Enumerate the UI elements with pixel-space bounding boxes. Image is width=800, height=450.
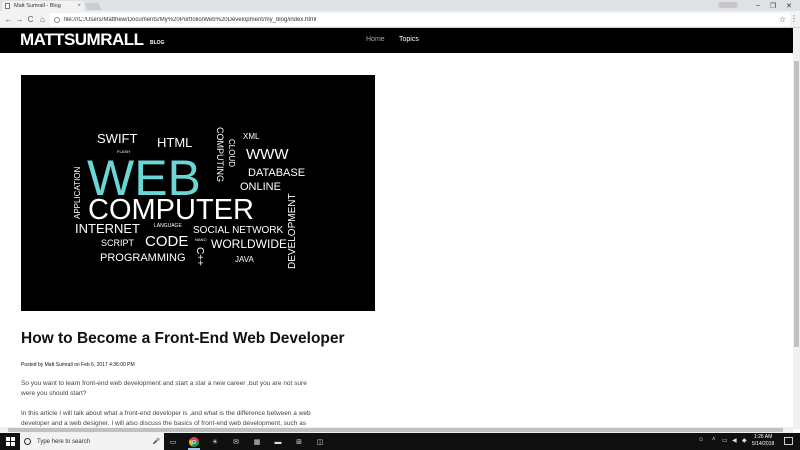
word-application: APPLICATION <box>73 166 82 219</box>
vertical-scroll-thumb[interactable] <box>794 61 799 347</box>
volume-icon[interactable]: ◀ <box>732 437 737 444</box>
word-xml: XML <box>243 132 260 141</box>
word-online: ONLINE <box>240 181 281 193</box>
file-explorer-icon[interactable]: ▬ <box>273 437 283 447</box>
browser-tab[interactable]: Matt Sumrall - Blog × <box>2 1 84 11</box>
chevron-up-icon[interactable]: ˄ <box>712 437 716 443</box>
word-java: JAVA <box>235 255 254 264</box>
browser-tab-bar: Matt Sumrall - Blog × – ❐ ✕ <box>0 0 800 11</box>
store-icon[interactable]: ⊞ <box>294 437 304 447</box>
task-view-icon[interactable]: ▭ <box>168 437 178 447</box>
tab-title: Matt Sumrall - Blog <box>14 3 61 9</box>
word-cpp: C++ <box>194 247 205 266</box>
cortana-icon <box>24 438 31 445</box>
reload-button[interactable]: C <box>25 14 36 25</box>
clock-time: 1:26 AM <box>753 434 773 440</box>
word-worldwide: WORLDWIDE <box>211 237 287 251</box>
page-icon <box>5 3 10 9</box>
word-computing: COMPUTING <box>215 127 225 182</box>
weather-icon[interactable]: ☀ <box>210 437 220 447</box>
close-tab-icon[interactable]: × <box>77 3 81 9</box>
word-cloud-image: SWIFT FLASH HTML COMPUTING CLOUD XML WWW… <box>21 75 375 311</box>
word-programming: PROGRAMMING <box>100 252 186 264</box>
bookmark-star-icon[interactable]: ☆ <box>779 15 786 24</box>
word-swift: SWIFT <box>97 131 137 146</box>
word-language: LANGUAGE <box>154 223 182 229</box>
browser-menu-icon[interactable]: ⋮ <box>790 14 798 23</box>
word-nano: NANO <box>195 237 207 242</box>
word-www: WWW <box>246 146 289 163</box>
media-icon[interactable]: ◫ <box>315 437 325 447</box>
word-code: CODE <box>145 233 188 250</box>
home-button[interactable]: ⌂ <box>37 14 48 25</box>
new-tab-button[interactable] <box>84 3 102 10</box>
close-window-button[interactable]: ✕ <box>778 0 800 11</box>
word-database: DATABASE <box>248 167 305 179</box>
taskbar: Type here to search 🎤 ▭ ☀ ✉ ▦ ▬ ⊞ ◫ ☺ ˄ … <box>0 433 800 450</box>
system-clock[interactable]: 1:26 AM 5/14/2018 <box>752 434 774 448</box>
post-paragraph-1-line-2: were you should start? <box>21 390 87 397</box>
site-logo[interactable]: MATTSUMRALL <box>20 30 144 50</box>
site-logo-sub: BLOG <box>150 40 165 46</box>
horizontal-scroll-thumb[interactable] <box>8 428 783 432</box>
info-icon[interactable] <box>54 16 60 23</box>
post-meta: Posted by Matt Sumrall on Feb 6, 2017 4:… <box>21 362 135 368</box>
page-content: SWIFT FLASH HTML COMPUTING CLOUD XML WWW… <box>0 53 793 429</box>
clock-date: 5/14/2018 <box>752 441 775 447</box>
chrome-icon[interactable] <box>189 437 199 447</box>
post-title: How to Become a Front-End Web Developer <box>21 330 345 347</box>
taskbar-search[interactable]: Type here to search 🎤 <box>20 433 164 450</box>
hero-image: SWIFT FLASH HTML COMPUTING CLOUD XML WWW… <box>21 75 375 311</box>
notifications-icon[interactable] <box>784 437 793 445</box>
word-script: SCRIPT <box>101 238 135 248</box>
shield-icon[interactable]: ◆ <box>742 437 747 444</box>
browser-toolbar: ← → C ⌂ file:///C:/Users/Matthew/Documen… <box>0 11 800 28</box>
word-cloud: CLOUD <box>227 139 236 167</box>
people-icon[interactable]: ☺ <box>698 437 704 443</box>
search-placeholder[interactable]: Type here to search <box>37 439 153 445</box>
address-bar[interactable]: file:///C:/Users/Matthew/Documents/My%20… <box>50 13 790 26</box>
nav-home[interactable]: Home <box>366 36 385 43</box>
word-social-network: SOCIAL NETWORK <box>193 225 284 236</box>
microphone-icon[interactable]: 🎤 <box>153 438 160 445</box>
word-development: DEVELOPMENT <box>287 193 298 269</box>
vertical-scrollbar[interactable] <box>793 28 800 429</box>
forward-button[interactable]: → <box>14 14 25 25</box>
site-header: MATTSUMRALL BLOG Home Topics <box>0 28 793 53</box>
word-internet: INTERNET <box>75 221 140 236</box>
profile-button[interactable] <box>718 2 738 8</box>
back-button[interactable]: ← <box>3 14 14 25</box>
network-icon[interactable]: ▭ <box>722 437 728 444</box>
mail-icon[interactable]: ✉ <box>231 437 241 447</box>
url-text[interactable]: file:///C:/Users/Matthew/Documents/My%20… <box>64 17 779 23</box>
word-html: HTML <box>157 135 192 150</box>
calendar-icon[interactable]: ▦ <box>252 437 262 447</box>
nav-topics[interactable]: Topics <box>399 36 419 43</box>
windows-start-icon[interactable] <box>6 437 15 446</box>
